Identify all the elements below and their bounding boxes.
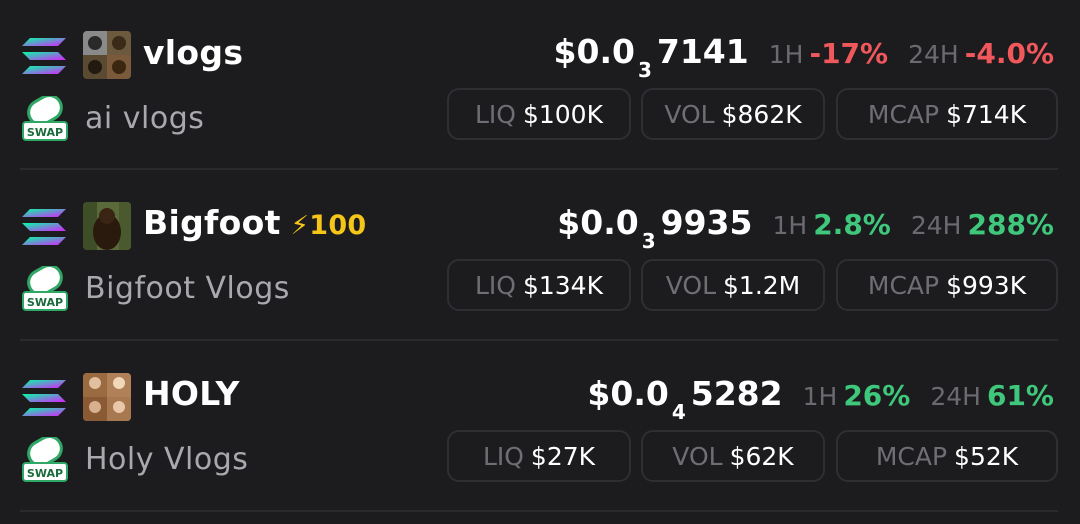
- vol-pill: VOL $62K: [641, 430, 825, 482]
- liq-pill: LIQ $134K: [447, 259, 631, 311]
- solana-icon: [22, 36, 66, 76]
- swap-text: SWAP: [27, 296, 63, 309]
- token-price: $0.0 3 9935: [557, 203, 753, 253]
- h1-label: 1H: [772, 211, 808, 240]
- token-name: ai vlogs: [85, 101, 205, 136]
- h1-label: 1H: [768, 40, 804, 69]
- h24-change: 61%: [986, 379, 1054, 412]
- liq-pill: LIQ $27K: [447, 430, 631, 482]
- swap-text: SWAP: [27, 126, 63, 139]
- liq-pill: LIQ $100K: [447, 88, 631, 140]
- swap-pill-icon: SWAP: [22, 94, 68, 142]
- mcap-pill: MCAP $52K: [836, 430, 1058, 482]
- price-line: $0.0 3 7141 1H -17% 24H -4.0%: [553, 32, 1054, 82]
- h24-label: 24H: [910, 211, 962, 240]
- h1-change: -17%: [809, 37, 889, 70]
- token-symbol[interactable]: HOLY: [143, 374, 240, 413]
- solana-icon: [22, 207, 66, 247]
- swap-pill-icon: SWAP: [22, 264, 68, 312]
- vol-pill: VOL $862K: [641, 88, 825, 140]
- token-row-vlogs[interactable]: vlogs $0.0 3 7141 1H -17% 24H -4.0% SWAP a…: [0, 0, 1080, 170]
- vol-pill: VOL $1.2M: [641, 259, 825, 311]
- h1-label: 1H: [802, 382, 838, 411]
- token-name: Bigfoot Vlogs: [85, 271, 290, 306]
- token-price: $0.0 4 5282: [587, 374, 783, 424]
- price-line: $0.0 4 5282 1H 26% 24H 61%: [587, 374, 1054, 424]
- h24-label: 24H: [930, 382, 981, 411]
- token-symbol[interactable]: Bigfoot ⚡100: [143, 203, 367, 242]
- token-avatar-gorillas: [83, 31, 131, 79]
- swap-pill-icon: SWAP: [22, 435, 68, 483]
- token-symbol[interactable]: vlogs: [143, 33, 243, 72]
- boost-badge: ⚡100: [290, 210, 367, 241]
- row-divider: [20, 510, 1058, 512]
- h24-change: 288%: [967, 208, 1054, 241]
- token-avatar-holy: [83, 373, 131, 421]
- h1-change: 2.8%: [813, 208, 891, 241]
- h1-change: 26%: [843, 379, 911, 412]
- h24-change: -4.0%: [964, 37, 1054, 70]
- lightning-icon: ⚡: [290, 211, 310, 241]
- mcap-pill: MCAP $714K: [836, 88, 1058, 140]
- h24-label: 24H: [908, 40, 959, 69]
- token-row-holy[interactable]: HOLY $0.0 4 5282 1H 26% 24H 61% SWAP Holy …: [0, 341, 1080, 511]
- solana-icon: [22, 378, 66, 418]
- token-row-bigfoot[interactable]: Bigfoot ⚡100 $0.0 3 9935 1H 2.8% 24H 288% S…: [0, 170, 1080, 340]
- token-name: Holy Vlogs: [85, 442, 249, 477]
- swap-text: SWAP: [27, 467, 63, 480]
- price-line: $0.0 3 9935 1H 2.8% 24H 288%: [557, 203, 1054, 253]
- token-price: $0.0 3 7141: [553, 32, 749, 82]
- mcap-pill: MCAP $993K: [836, 259, 1058, 311]
- token-avatar-bigfoot: [83, 202, 131, 250]
